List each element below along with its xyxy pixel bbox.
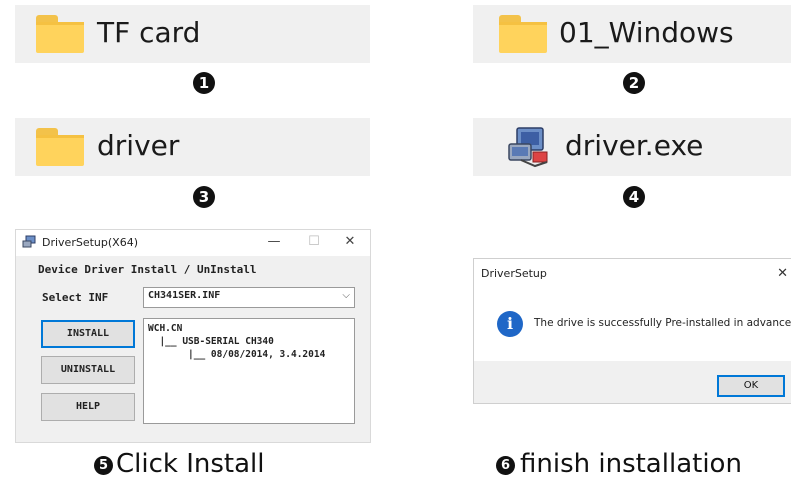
ok-button[interactable]: OK: [717, 375, 785, 397]
tile-driver-folder[interactable]: driver: [15, 118, 370, 176]
select-inf-label: Select INF: [42, 291, 109, 304]
title-bar: DriverSetup(X64) — ☐ ✕: [16, 230, 370, 256]
dialog-message: The drive is successfully Pre-installed …: [534, 317, 791, 329]
step5-caption: Click Install: [116, 449, 265, 479]
file-label: driver.exe: [565, 129, 704, 162]
group-title: Device Driver Install / UnInstall: [38, 263, 257, 276]
tile-driver-exe[interactable]: driver.exe: [473, 118, 791, 176]
close-icon[interactable]: ✕: [777, 266, 788, 281]
inf-select-value: CH341SER.INF: [148, 290, 221, 301]
step-number-badge: 1: [193, 72, 215, 94]
step-number-badge: 4: [623, 186, 645, 208]
driver-info-text: WCH.CN |__ USB-SERIAL CH340 |__ 08/08/20…: [148, 323, 326, 360]
file-label: driver: [97, 129, 180, 162]
app-icon: [22, 235, 36, 248]
maximize-button[interactable]: ☐: [304, 234, 324, 249]
step-number-badge: 5: [94, 456, 113, 475]
step-number-badge: 2: [623, 72, 645, 94]
folder-icon: [36, 15, 84, 53]
step-number-badge: 6: [496, 456, 515, 475]
chevron-down-icon: ⌵: [342, 290, 350, 301]
folder-icon: [499, 15, 547, 53]
uninstall-button[interactable]: UNINSTALL: [41, 356, 135, 384]
file-label: 01_Windows: [559, 16, 734, 49]
tile-01-windows[interactable]: 01_Windows: [473, 5, 791, 63]
driver-setup-window: DriverSetup(X64) — ☐ ✕ Device Driver Ins…: [15, 229, 371, 443]
close-button[interactable]: ✕: [340, 234, 360, 249]
inf-select[interactable]: CH341SER.INF ⌵: [143, 287, 355, 308]
dialog-title: DriverSetup: [481, 267, 547, 280]
installer-exe-icon: [508, 127, 548, 168]
help-button[interactable]: HELP: [41, 393, 135, 421]
window-title: DriverSetup(X64): [42, 236, 138, 249]
step-number-badge: 3: [193, 186, 215, 208]
success-dialog: DriverSetup ✕ i The drive is successfull…: [473, 258, 791, 404]
step6-caption: finish installation: [520, 449, 742, 479]
folder-icon: [36, 128, 84, 166]
file-label: TF card: [97, 16, 201, 49]
install-button[interactable]: INSTALL: [41, 320, 135, 348]
driver-info-box: WCH.CN |__ USB-SERIAL CH340 |__ 08/08/20…: [143, 318, 355, 424]
dialog-footer: OK: [474, 361, 791, 403]
info-icon: i: [497, 311, 523, 337]
minimize-button[interactable]: —: [264, 234, 284, 249]
tile-tf-card[interactable]: TF card: [15, 5, 370, 63]
